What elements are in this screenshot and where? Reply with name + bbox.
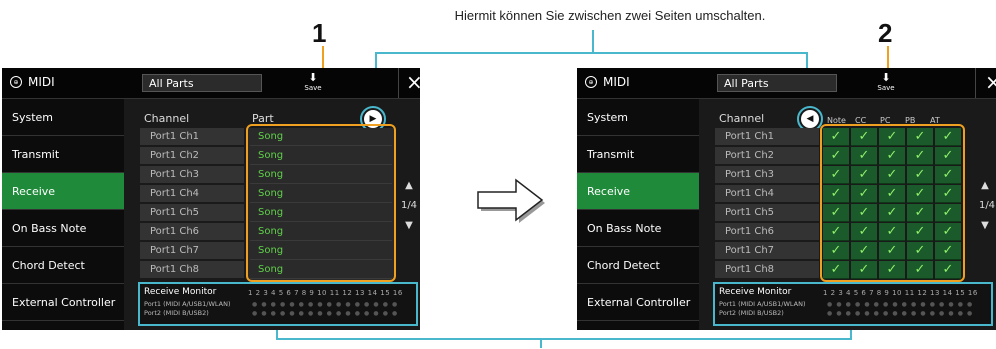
sidebar-item-external-controller[interactable]: External Controller — [2, 284, 124, 321]
save-label: Save — [877, 84, 895, 92]
callout-2: 2 — [878, 18, 893, 48]
bottom-bracket-bar — [276, 338, 852, 340]
monitor-port2-leds: ●●●●●●●●●●●●●●●● — [252, 310, 402, 317]
channel-row-1: Port1 Ch1 — [140, 128, 244, 146]
save-button[interactable]: ⬇ Save — [302, 71, 324, 93]
monitor-title: Receive Monitor — [144, 287, 217, 297]
monitor-channel-numbers: 1 2 3 4 5 6 7 8 9 10 11 12 13 14 15 16 — [248, 289, 403, 297]
sidebar: System Transmit Receive On Bass Note Cho… — [577, 99, 699, 330]
close-icon[interactable]: × — [406, 71, 420, 93]
monitor-port1: Port1 (MIDI A/USB1/WLAN) — [719, 300, 806, 308]
monitor-port1-leds: ●●●●●●●●●●●●●●●● — [827, 301, 977, 308]
bottom-bracket-stem — [540, 338, 542, 348]
channel-row-8: Port1 Ch8 — [140, 261, 244, 279]
channel-row-5: Port1 Ch5 — [140, 204, 244, 222]
window-title: ⊕ MIDI — [10, 75, 55, 89]
monitor-title: Receive Monitor — [719, 287, 792, 297]
channel-row-5: Port1 Ch5 — [715, 204, 819, 222]
title-label: MIDI — [603, 75, 630, 89]
page-down-icon[interactable]: ▼ — [973, 220, 996, 231]
channel-row-2: Port1 Ch2 — [140, 147, 244, 165]
channel-row-7: Port1 Ch7 — [715, 242, 819, 260]
sidebar-item-on-bass-note[interactable]: On Bass Note — [2, 210, 124, 247]
sidebar-item-external-controller[interactable]: External Controller — [577, 284, 699, 321]
midi-logo-icon: ⊕ — [585, 76, 597, 88]
monitor-port2-leds: ●●●●●●●●●●●●●●●● — [827, 310, 977, 317]
channel-row-8: Port1 Ch8 — [715, 261, 819, 279]
page-up-icon[interactable]: ▲ — [398, 180, 420, 191]
checkbox-highlight-box — [820, 124, 965, 282]
top-separator — [398, 68, 399, 98]
channel-row-3: Port1 Ch3 — [140, 166, 244, 184]
channel-row-7: Port1 Ch7 — [140, 242, 244, 260]
midi-panel-page-1: ⊕ MIDI All Parts ⬇ Save × System Transmi… — [2, 68, 420, 330]
sidebar-item-receive[interactable]: Receive — [577, 173, 699, 210]
sidebar-item-receive[interactable]: Receive — [2, 173, 124, 210]
page-indicator: 1/4 — [978, 200, 996, 211]
sidebar-item-chord-detect[interactable]: Chord Detect — [577, 247, 699, 284]
sidebar-item-transmit[interactable]: Transmit — [577, 136, 699, 173]
receive-monitor: Receive Monitor 1 2 3 4 5 6 7 8 9 10 11 … — [138, 282, 418, 326]
channel-row-4: Port1 Ch4 — [715, 185, 819, 203]
sidebar-item-chord-detect[interactable]: Chord Detect — [2, 247, 124, 284]
channel-row-2: Port1 Ch2 — [715, 147, 819, 165]
sidebar-item-on-bass-note[interactable]: On Bass Note — [577, 210, 699, 247]
midi-logo-icon: ⊕ — [10, 76, 22, 88]
monitor-channel-numbers: 1 2 3 4 5 6 7 8 9 10 11 12 13 14 15 16 — [823, 289, 978, 297]
channel-row-6: Port1 Ch6 — [715, 223, 819, 241]
monitor-port1: Port1 (MIDI A/USB1/WLAN) — [144, 300, 231, 308]
title-label: MIDI — [28, 75, 55, 89]
prev-page-icon[interactable]: ◀ — [801, 110, 819, 128]
save-label: Save — [304, 84, 322, 92]
midi-panel-page-2: ⊕ MIDI All Parts ⬇ Save × System Transmi… — [577, 68, 996, 330]
part-highlight-box — [246, 124, 396, 282]
channel-row-4: Port1 Ch4 — [140, 185, 244, 203]
arrow-right-icon — [477, 178, 545, 223]
monitor-port2: Port2 (MIDI B/USB2) — [144, 309, 209, 317]
sidebar-item-system[interactable]: System — [577, 99, 699, 136]
save-button[interactable]: ⬇ Save — [875, 71, 897, 93]
channel-row-1: Port1 Ch1 — [715, 128, 819, 146]
page-down-icon[interactable]: ▼ — [398, 220, 420, 231]
save-icon: ⬇ — [881, 71, 891, 84]
channel-row-6: Port1 Ch6 — [140, 223, 244, 241]
top-bar: ⊕ MIDI All Parts ⬇ Save × — [577, 68, 996, 99]
top-bracket-bar — [375, 52, 808, 54]
switch-pages-caption: Hiermit können Sie zwischen zwei Seiten … — [454, 8, 766, 23]
part-select[interactable]: All Parts — [142, 74, 262, 92]
top-bar: ⊕ MIDI All Parts ⬇ Save × — [2, 68, 420, 99]
monitor-port1-leds: ●●●●●●●●●●●●●●●● — [252, 301, 402, 308]
close-icon[interactable]: × — [985, 71, 996, 93]
col-channel: Channel — [144, 112, 190, 125]
page-indicator: 1/4 — [400, 200, 418, 211]
top-separator — [975, 68, 976, 98]
window-title: ⊕ MIDI — [585, 75, 630, 89]
sidebar-item-transmit[interactable]: Transmit — [2, 136, 124, 173]
page-up-icon[interactable]: ▲ — [973, 180, 996, 191]
monitor-port2: Port2 (MIDI B/USB2) — [719, 309, 784, 317]
receive-monitor: Receive Monitor 1 2 3 4 5 6 7 8 9 10 11 … — [713, 282, 993, 326]
sidebar-item-system[interactable]: System — [2, 99, 124, 136]
save-icon: ⬇ — [308, 71, 318, 84]
top-bracket-stem — [592, 30, 594, 52]
col-channel: Channel — [719, 112, 765, 125]
callout-1: 1 — [312, 18, 327, 48]
channel-row-3: Port1 Ch3 — [715, 166, 819, 184]
part-select[interactable]: All Parts — [717, 74, 837, 92]
sidebar: System Transmit Receive On Bass Note Cho… — [2, 99, 124, 330]
